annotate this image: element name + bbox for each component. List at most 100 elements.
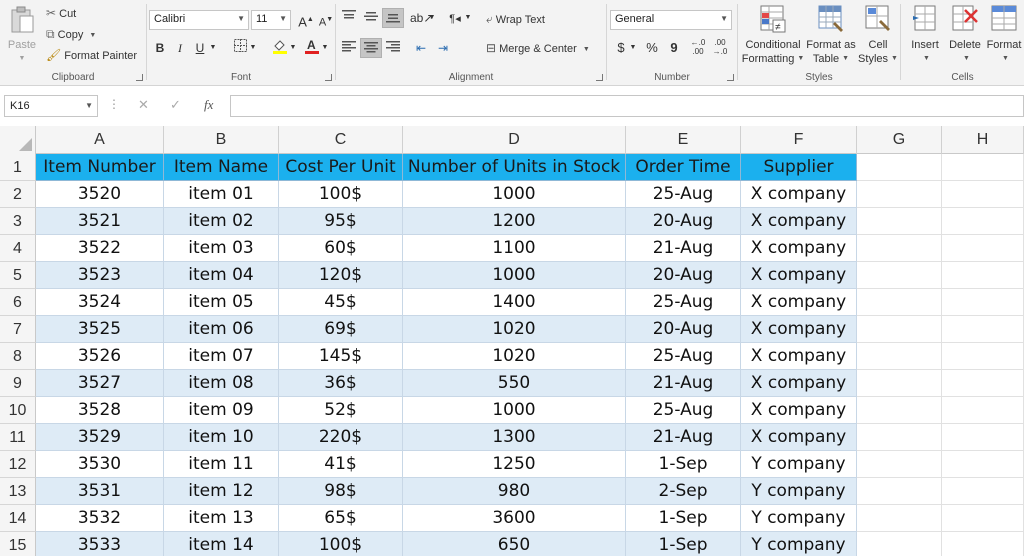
enter-icon[interactable]: ✓ — [170, 97, 181, 113]
row-header[interactable]: 4 — [0, 235, 36, 262]
increase-decimal-button[interactable]: ←.0.00 — [687, 38, 709, 58]
font-size-select[interactable]: 11 ▼ — [251, 10, 291, 30]
cell[interactable]: 650 — [403, 532, 626, 556]
cell[interactable] — [857, 532, 942, 556]
cell[interactable]: 1000 — [403, 397, 626, 424]
cell[interactable]: 25-Aug — [626, 397, 741, 424]
cell[interactable]: 3523 — [36, 262, 164, 289]
cell[interactable]: 1020 — [403, 343, 626, 370]
cell[interactable] — [942, 289, 1024, 316]
row-header[interactable]: 1 — [0, 154, 36, 181]
column-title-cell[interactable]: Item Name — [164, 154, 279, 181]
cell[interactable]: 1-Sep — [626, 451, 741, 478]
cell[interactable]: Y company — [741, 478, 857, 505]
cell[interactable]: 25-Aug — [626, 289, 741, 316]
row-header[interactable]: 2 — [0, 181, 36, 208]
cell[interactable]: item 03 — [164, 235, 279, 262]
cell[interactable]: 20-Aug — [626, 262, 741, 289]
cell[interactable] — [942, 262, 1024, 289]
column-title-cell[interactable]: Item Number — [36, 154, 164, 181]
cell[interactable]: X company — [741, 397, 857, 424]
cell[interactable]: 20-Aug — [626, 208, 741, 235]
cell[interactable]: 21-Aug — [626, 424, 741, 451]
cell[interactable] — [857, 316, 942, 343]
formula-input[interactable] — [230, 95, 1024, 117]
cell[interactable]: 21-Aug — [626, 370, 741, 397]
cell[interactable]: X company — [741, 424, 857, 451]
cell[interactable]: item 04 — [164, 262, 279, 289]
format-painter-button[interactable]: 🖌 Format Painter — [46, 48, 137, 62]
cell[interactable]: 3527 — [36, 370, 164, 397]
cell[interactable]: 3600 — [403, 505, 626, 532]
cell[interactable]: item 01 — [164, 181, 279, 208]
cell[interactable]: 3531 — [36, 478, 164, 505]
name-box[interactable]: K16 ▼ — [4, 95, 98, 117]
cell[interactable]: 3525 — [36, 316, 164, 343]
cell[interactable] — [857, 343, 942, 370]
cell[interactable] — [857, 451, 942, 478]
paste-dropdown-icon[interactable]: ▼ — [4, 52, 40, 66]
cell[interactable]: 3521 — [36, 208, 164, 235]
cell[interactable]: item 14 — [164, 532, 279, 556]
column-title-cell[interactable]: Cost Per Unit — [279, 154, 403, 181]
column-header-e[interactable]: E — [626, 126, 741, 154]
merge-center-dropdown-icon[interactable]: ▼ — [583, 46, 590, 53]
cell[interactable] — [942, 397, 1024, 424]
cell[interactable]: item 10 — [164, 424, 279, 451]
cell[interactable]: item 08 — [164, 370, 279, 397]
paste-button[interactable]: Paste ▼ — [4, 4, 40, 62]
text-direction-dropdown-icon[interactable]: ▼ — [462, 8, 474, 28]
top-align-button[interactable] — [338, 8, 360, 28]
column-header-f[interactable]: F — [741, 126, 857, 154]
decrease-decimal-button[interactable]: .00 →.0 — [709, 38, 731, 58]
cell-styles-button[interactable]: Cell Styles ▼ — [858, 4, 898, 70]
cell[interactable]: item 07 — [164, 343, 279, 370]
cell[interactable]: 3530 — [36, 451, 164, 478]
alignment-launcher-icon[interactable] — [596, 74, 603, 81]
conditional-formatting-button[interactable]: ≠ Conditional Formatting ▼ — [740, 4, 806, 70]
wrap-text-button[interactable]: ⤶ Wrap Text — [486, 12, 545, 27]
cell[interactable]: Y company — [741, 451, 857, 478]
cell[interactable]: 3522 — [36, 235, 164, 262]
row-header[interactable]: 6 — [0, 289, 36, 316]
column-title-cell[interactable]: Supplier — [741, 154, 857, 181]
increase-indent-button[interactable]: ⇥ — [432, 38, 454, 58]
cell[interactable] — [942, 424, 1024, 451]
cell[interactable] — [942, 316, 1024, 343]
row-header[interactable]: 11 — [0, 424, 36, 451]
cell[interactable]: 220$ — [279, 424, 403, 451]
cell[interactable]: X company — [741, 289, 857, 316]
cell[interactable] — [857, 397, 942, 424]
cell[interactable]: X company — [741, 208, 857, 235]
currency-dropdown-icon[interactable]: ▼ — [627, 38, 639, 58]
underline-dropdown-icon[interactable]: ▼ — [207, 38, 219, 58]
cell[interactable]: item 06 — [164, 316, 279, 343]
cell[interactable]: 65$ — [279, 505, 403, 532]
comma-style-button[interactable]: 9 — [663, 38, 685, 58]
cell[interactable]: 550 — [403, 370, 626, 397]
cell[interactable]: X company — [741, 181, 857, 208]
cell[interactable]: item 13 — [164, 505, 279, 532]
cell[interactable]: 95$ — [279, 208, 403, 235]
clipboard-launcher-icon[interactable] — [136, 74, 143, 81]
row-header[interactable]: 8 — [0, 343, 36, 370]
font-launcher-icon[interactable] — [325, 74, 332, 81]
align-center-button[interactable] — [360, 38, 382, 58]
cell[interactable] — [942, 478, 1024, 505]
cell[interactable]: item 09 — [164, 397, 279, 424]
cell[interactable]: 2-Sep — [626, 478, 741, 505]
copy-dropdown-icon[interactable]: ▼ — [89, 32, 96, 39]
cell[interactable] — [942, 181, 1024, 208]
column-header-c[interactable]: C — [279, 126, 403, 154]
bottom-align-button[interactable] — [382, 8, 404, 28]
row-header[interactable]: 5 — [0, 262, 36, 289]
cell[interactable]: 3520 — [36, 181, 164, 208]
format-button[interactable]: Format ▼ — [985, 4, 1023, 70]
cell[interactable]: X company — [741, 370, 857, 397]
insert-button[interactable]: Insert ▼ — [905, 4, 945, 70]
cell[interactable]: 25-Aug — [626, 181, 741, 208]
cell[interactable]: 980 — [403, 478, 626, 505]
select-all-button[interactable] — [0, 126, 36, 154]
cell[interactable]: 3526 — [36, 343, 164, 370]
cell[interactable] — [857, 505, 942, 532]
